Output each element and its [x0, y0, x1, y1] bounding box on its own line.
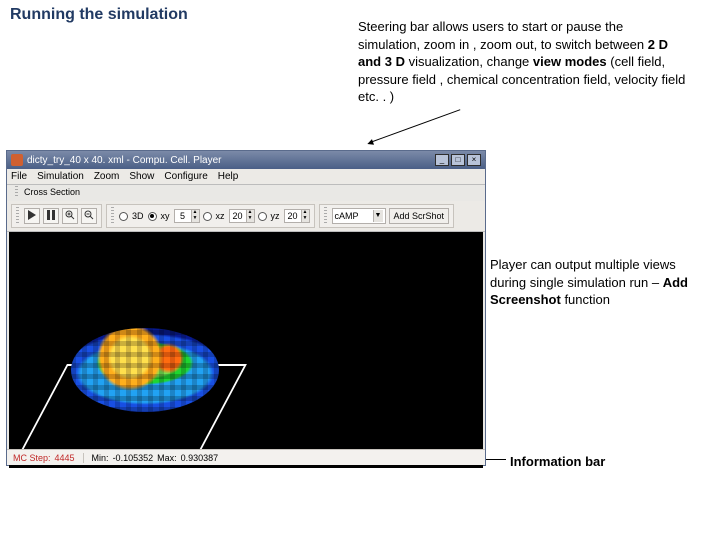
mcstep-label: MC Step:: [13, 453, 51, 463]
field-select-value: cAMP: [335, 211, 373, 221]
spin-yz[interactable]: 20 ▲▼: [284, 209, 310, 223]
zoom-out-button[interactable]: [81, 208, 97, 224]
menu-bar: File Simulation Zoom Show Configure Help: [7, 169, 485, 185]
menu-configure[interactable]: Configure: [164, 171, 207, 182]
menu-file[interactable]: File: [11, 171, 27, 182]
menu-zoom[interactable]: Zoom: [94, 171, 120, 182]
down-icon[interactable]: ▼: [246, 216, 254, 222]
callout-arrow: [370, 109, 461, 143]
player-window: dicty_try_40 x 40. xml - Compu. Cell. Pl…: [6, 150, 486, 466]
play-icon: [27, 210, 37, 223]
label-3d: 3D: [132, 211, 144, 221]
zoom-in-button[interactable]: [62, 208, 78, 224]
radio-yz[interactable]: [258, 212, 267, 221]
spin-xy-value: 5: [175, 211, 191, 221]
window-titlebar[interactable]: dicty_try_40 x 40. xml - Compu. Cell. Pl…: [7, 151, 485, 169]
max-value: 0.930387: [181, 453, 219, 463]
down-icon[interactable]: ▼: [301, 216, 309, 222]
playback-group: [11, 204, 102, 228]
min-label: Min:: [92, 453, 109, 463]
cross-section-label: Cross Section: [24, 187, 80, 197]
information-bar-label: Information bar: [510, 454, 605, 469]
text: function: [564, 292, 610, 307]
minimize-button[interactable]: _: [435, 154, 449, 166]
menu-show[interactable]: Show: [129, 171, 154, 182]
spin-xz[interactable]: 20 ▲▼: [229, 209, 255, 223]
zoom-out-icon: [84, 210, 94, 223]
steering-bar-description: Steering bar allows users to start or pa…: [358, 18, 688, 106]
screenshot-description: Player can output multiple views during …: [490, 256, 705, 309]
spin-yz-value: 20: [285, 211, 301, 221]
simulation-blob: [71, 328, 219, 412]
play-button[interactable]: [24, 208, 40, 224]
cross-section-group: 3D xy 5 ▲▼ xz 20 ▲▼ yz 20 ▲▼: [106, 204, 315, 228]
text: Steering bar allows users to start or pa…: [358, 19, 644, 52]
spin-xz-value: 20: [230, 211, 246, 221]
label-yz: yz: [271, 211, 280, 221]
mcstep-value: 4445: [55, 453, 75, 463]
max-label: Max:: [157, 453, 177, 463]
slide-title: Running the simulation: [10, 6, 188, 24]
menu-simulation[interactable]: Simulation: [37, 171, 84, 182]
spin-xy[interactable]: 5 ▲▼: [174, 209, 200, 223]
zoom-in-icon: [65, 210, 75, 223]
window-title: dicty_try_40 x 40. xml - Compu. Cell. Pl…: [27, 155, 222, 166]
radio-xz[interactable]: [203, 212, 212, 221]
chevron-down-icon: ▼: [373, 210, 383, 222]
label-xz: xz: [216, 211, 225, 221]
menu-help[interactable]: Help: [218, 171, 239, 182]
visualization-viewport[interactable]: [9, 232, 483, 468]
pause-icon: [46, 210, 56, 223]
add-screenshot-button[interactable]: Add ScrShot: [389, 208, 450, 224]
cross-section-toolbar-label: Cross Section: [7, 185, 485, 201]
field-select[interactable]: cAMP ▼: [332, 208, 386, 224]
field-group: cAMP ▼ Add ScrShot: [319, 204, 455, 228]
status-bar: MC Step: 4445 Min: -0.105352 Max: 0.9303…: [7, 449, 485, 465]
text: Player can output multiple views during …: [490, 257, 676, 290]
close-button[interactable]: ×: [467, 154, 481, 166]
app-icon: [11, 154, 23, 166]
radio-xy[interactable]: [148, 212, 157, 221]
min-value: -0.105352: [113, 453, 154, 463]
text-bold: view modes: [533, 54, 607, 69]
pause-button[interactable]: [43, 208, 59, 224]
down-icon[interactable]: ▼: [191, 216, 199, 222]
radio-3d[interactable]: [119, 212, 128, 221]
toolbar-row: 3D xy 5 ▲▼ xz 20 ▲▼ yz 20 ▲▼ cAMP: [7, 201, 485, 232]
maximize-button[interactable]: □: [451, 154, 465, 166]
text: visualization, change: [409, 54, 533, 69]
label-xy: xy: [161, 211, 170, 221]
